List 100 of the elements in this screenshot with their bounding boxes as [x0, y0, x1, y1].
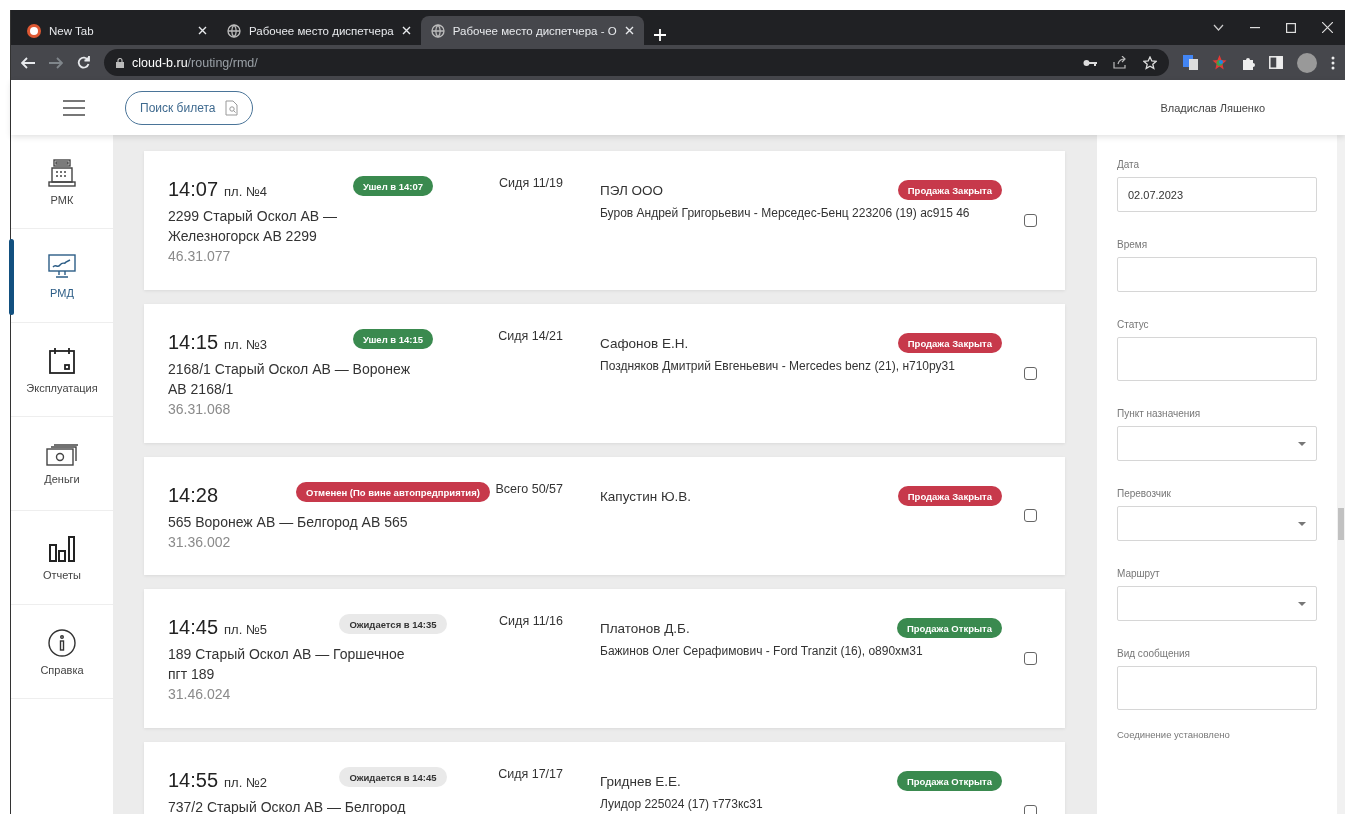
- minimize-icon[interactable]: [1250, 26, 1260, 29]
- sale-status-badge: Продажа Открыта: [896, 618, 1002, 638]
- route-name: 2168/1 Старый Оскол АВ — Воронеж АВ 2168/1: [168, 360, 411, 399]
- trip-checkbox[interactable]: [1024, 651, 1037, 665]
- trip-checkbox[interactable]: [1024, 213, 1037, 227]
- colored-star-extension-icon[interactable]: [1212, 55, 1227, 70]
- star-icon[interactable]: [1143, 55, 1157, 70]
- trip-status-badge: Ожидается в 14:45: [339, 767, 447, 787]
- seat-count: Всего 50/57: [494, 482, 563, 496]
- globe-icon: [227, 23, 241, 38]
- route-code: 36.31.068: [168, 400, 232, 419]
- close-icon[interactable]: [401, 26, 411, 35]
- globe-icon: [430, 23, 445, 38]
- route-code: 31.46.024: [168, 685, 232, 704]
- filter-label: Время: [1117, 239, 1149, 250]
- platform-number: пл. №2: [224, 775, 268, 790]
- filter-label: Пункт назначения: [1117, 408, 1202, 419]
- platform-number: пл. №3: [224, 337, 268, 352]
- route-code: 46.31.077: [168, 247, 232, 266]
- bar-chart-icon: [47, 534, 77, 563]
- carrier-name: Капустин Ю.В.: [600, 488, 692, 504]
- driver-vehicle: Буров Андрей Григорьевич - Мерседес-Бенц 223206 (19) ас915 46: [600, 206, 971, 220]
- share-icon[interactable]: [1113, 56, 1127, 69]
- calendar-icon: [47, 345, 77, 376]
- seat-count: Сидя 14/21: [497, 329, 563, 343]
- filter-field[interactable]: [1117, 257, 1317, 292]
- reload-icon[interactable]: [77, 56, 90, 69]
- filter-field[interactable]: 02.07.2023: [1117, 177, 1317, 212]
- trip-checkbox[interactable]: [1024, 804, 1037, 814]
- seat-count: Сидя 17/17: [497, 767, 563, 781]
- chevron-down-icon[interactable]: [1213, 24, 1224, 31]
- filter-field[interactable]: [1117, 337, 1317, 381]
- driver-vehicle: Луидор 225024 (17) т773кс31: [600, 797, 764, 811]
- lock-icon: [116, 57, 124, 68]
- trip-status-badge: Ушел в 14:07: [352, 176, 434, 196]
- caret-icon: [1298, 441, 1306, 446]
- departure-time: 14:15: [168, 331, 219, 354]
- profile-avatar[interactable]: [1297, 52, 1317, 73]
- money-icon: [45, 442, 79, 467]
- departure-time: 14:55: [168, 769, 219, 792]
- filter-label: Маршрут: [1117, 568, 1161, 579]
- scrollbar[interactable]: [1337, 135, 1345, 814]
- key-icon[interactable]: [1083, 58, 1097, 67]
- carrier-name: Платонов Д.Б.: [600, 620, 690, 636]
- info-icon: [47, 627, 77, 658]
- new-tab-icon[interactable]: [653, 29, 666, 41]
- document-search-icon: [225, 99, 239, 116]
- browser-tab[interactable]: Рабочее место диспетчера - О: [420, 16, 644, 45]
- seat-count: Сидя 11/19: [498, 176, 563, 190]
- trip-status-badge: Ушел в 14:15: [352, 329, 434, 349]
- menu-icon[interactable]: [63, 98, 85, 117]
- sale-status-badge: Продажа Закрыта: [897, 180, 1002, 200]
- departure-time: 14:07: [168, 178, 219, 201]
- close-icon[interactable]: [198, 26, 207, 35]
- filter-label: Статус: [1117, 319, 1150, 330]
- forward-arrow-icon[interactable]: [49, 56, 63, 69]
- route-name: 565 Воронеж АВ — Белгород АВ 565: [168, 513, 409, 532]
- connection-status: Соединение установлено: [1117, 729, 1231, 740]
- platform-number: пл. №4: [224, 184, 268, 199]
- ticket-search-button[interactable]: Поиск билета: [125, 90, 254, 125]
- driver-vehicle: Бажинов Олег Серафимович - Ford Tranzit (16), о890хм31: [600, 644, 924, 658]
- departure-time: 14:45: [168, 616, 219, 639]
- seat-count: Сидя 11/16: [498, 614, 563, 628]
- caret-icon: [1298, 521, 1306, 526]
- trip-checkbox[interactable]: [1024, 366, 1037, 380]
- cash-register-icon: [47, 157, 77, 188]
- close-icon[interactable]: [1322, 22, 1333, 33]
- filter-field[interactable]: [1117, 666, 1317, 710]
- monitor-icon: [47, 252, 77, 281]
- trip-status-badge: Отменен (По вине автопредприятия): [296, 482, 490, 502]
- route-name: 2299 Старый Оскол АВ — Железногорск АВ 2299: [168, 207, 339, 246]
- driver-vehicle: Поздняков Дмитрий Евгеньевич - Mercedes benz (21), н710ру31: [600, 359, 956, 373]
- back-arrow-icon[interactable]: [21, 56, 35, 69]
- browser-logo-icon: [27, 23, 41, 38]
- route-code: 31.36.002: [168, 533, 232, 552]
- puzzle-icon[interactable]: [1241, 55, 1255, 70]
- maximize-icon[interactable]: [1286, 22, 1296, 33]
- carrier-name: ПЭЛ ООО: [600, 182, 664, 198]
- carrier-name: Гриднев Е.Е.: [600, 773, 681, 789]
- route-name: 189 Старый Оскол АВ — Горшечное пгт 189: [168, 645, 406, 684]
- browser-tab[interactable]: Рабочее место диспетчера: [217, 16, 421, 45]
- kebab-menu-icon[interactable]: [1331, 55, 1335, 70]
- filter-label: Дата: [1117, 159, 1141, 170]
- platform-number: пл. №5: [224, 622, 268, 637]
- address-bar[interactable]: cloud-b.ru/routing/rmd/: [104, 49, 1169, 76]
- filter-label: Перевозчик: [1117, 488, 1172, 499]
- caret-icon: [1298, 601, 1306, 606]
- sale-status-badge: Продажа Закрыта: [897, 486, 1002, 506]
- departure-time: 14:28: [168, 484, 219, 507]
- browser-tab[interactable]: New Tab: [17, 16, 217, 45]
- trip-status-badge: Ожидается в 14:35: [339, 614, 447, 634]
- sale-status-badge: Продажа Закрыта: [897, 333, 1002, 353]
- trip-checkbox[interactable]: [1024, 509, 1037, 522]
- user-name[interactable]: Владислав Ляшенко: [1160, 101, 1265, 114]
- filter-label: Вид сообщения: [1117, 648, 1192, 659]
- side-panel-icon[interactable]: [1269, 56, 1283, 69]
- close-icon[interactable]: [624, 26, 634, 35]
- translate-extension-icon[interactable]: [1183, 55, 1198, 70]
- sale-status-badge: Продажа Открыта: [896, 771, 1002, 791]
- route-name: 737/2 Старый Оскол АВ — Белгород: [168, 798, 407, 814]
